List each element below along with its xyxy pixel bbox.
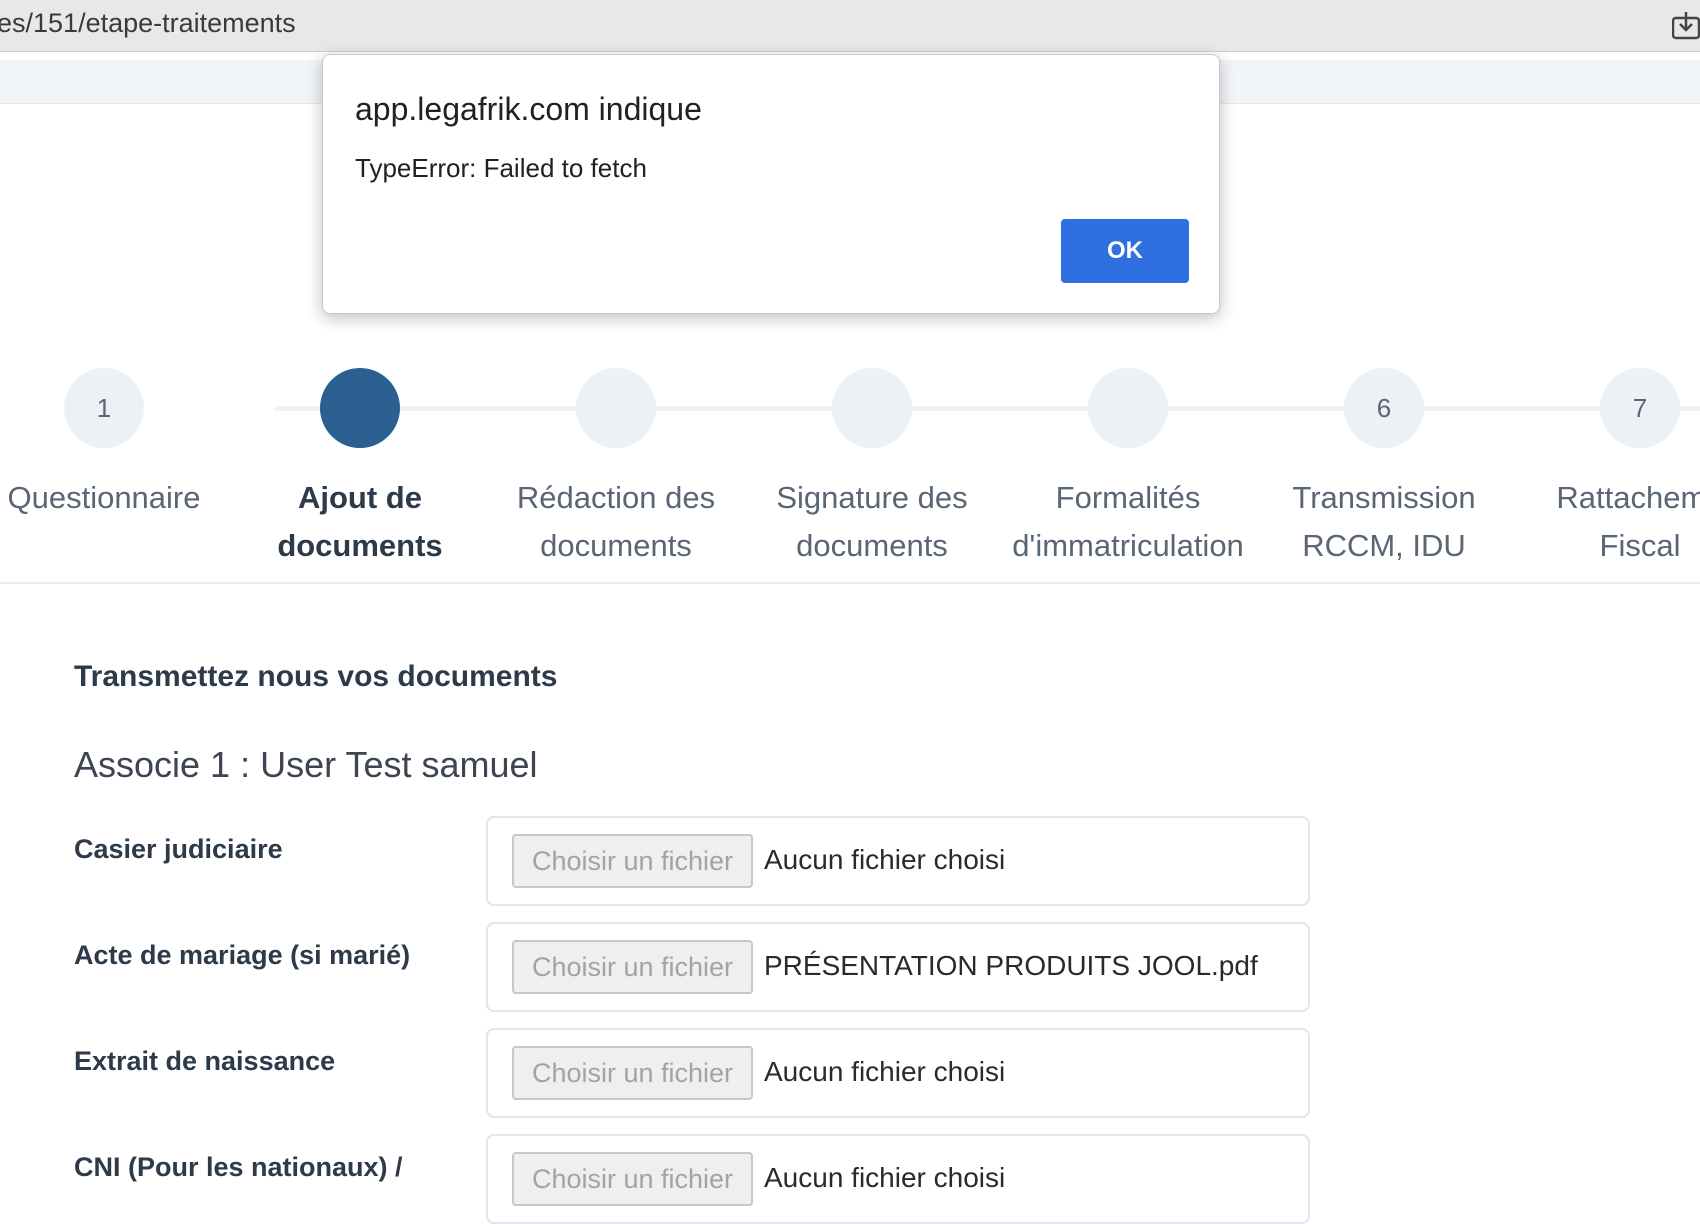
step-label: Rédaction des documents bbox=[488, 474, 744, 570]
document-row-mariage: Acte de mariage (si marié) Choisir un fi… bbox=[74, 922, 1314, 1012]
step-label-line1: Questionnaire bbox=[7, 480, 201, 515]
step-label-line2: documents bbox=[277, 528, 443, 563]
step-label: Ajout de documents bbox=[232, 474, 488, 570]
selected-file-name: Aucun fichier choisi bbox=[764, 1162, 1006, 1193]
step-label-line1: Ajout de bbox=[298, 480, 422, 515]
step-label-line2: Fiscal bbox=[1599, 528, 1681, 563]
document-label: Extrait de naissance bbox=[74, 1046, 336, 1076]
selected-file-name: Aucun fichier choisi bbox=[764, 1056, 1006, 1087]
step-circle: 1 bbox=[64, 368, 144, 448]
file-input[interactable]: Choisir un fichier PRÉSENTATION PRODUITS… bbox=[486, 922, 1310, 1012]
document-label: Casier judiciaire bbox=[74, 834, 283, 864]
selected-file-name: PRÉSENTATION PRODUITS JOOL.pdf bbox=[764, 950, 1258, 981]
step-label-line1: Rattacheme bbox=[1556, 480, 1700, 515]
file-input[interactable]: Choisir un fichier Aucun fichier choisi bbox=[486, 816, 1310, 906]
document-row-casier: Casier judiciaire Choisir un fichier Auc… bbox=[74, 816, 1314, 906]
step-redaction-documents[interactable]: Rédaction des documents bbox=[488, 368, 744, 570]
download-tray-icon[interactable] bbox=[1672, 10, 1700, 42]
browser-address-bar: es/151/etape-traitements bbox=[0, 0, 1700, 52]
document-label: Acte de mariage (si marié) bbox=[74, 940, 411, 970]
document-row-cni: CNI (Pour les nationaux) / Choisir un fi… bbox=[74, 1134, 1314, 1224]
file-input[interactable]: Choisir un fichier Aucun fichier choisi bbox=[486, 1028, 1310, 1118]
step-circle bbox=[832, 368, 912, 448]
dialog-title: app.legafrik.com indique bbox=[355, 91, 702, 127]
step-transmission[interactable]: 6 Transmission RCCM, IDU bbox=[1256, 368, 1512, 570]
dialog-message: TypeError: Failed to fetch bbox=[355, 153, 647, 183]
step-label: Questionnaire bbox=[0, 474, 232, 522]
ok-button[interactable]: OK bbox=[1061, 219, 1189, 283]
step-label: Rattacheme Fiscal bbox=[1512, 474, 1700, 570]
step-ajout-documents[interactable]: Ajout de documents bbox=[232, 368, 488, 570]
choose-file-button[interactable]: Choisir un fichier bbox=[512, 834, 753, 888]
document-row-naissance: Extrait de naissance Choisir un fichier … bbox=[74, 1028, 1314, 1118]
document-label: CNI (Pour les nationaux) / bbox=[74, 1152, 403, 1182]
step-label-line1: Signature des bbox=[776, 480, 968, 515]
step-signature-documents[interactable]: Signature des documents bbox=[744, 368, 1000, 570]
associate-title: Associe 1 : User Test samuel bbox=[74, 744, 538, 785]
step-label: Formalités d'immatriculation bbox=[1000, 474, 1256, 570]
step-label-line1: Rédaction des bbox=[516, 480, 716, 515]
alert-dialog: app.legafrik.com indique TypeError: Fail… bbox=[322, 54, 1220, 314]
url-text[interactable]: es/151/etape-traitements bbox=[0, 8, 296, 39]
selected-file-name: Aucun fichier choisi bbox=[764, 844, 1006, 875]
step-label-line2: RCCM, IDU bbox=[1302, 528, 1466, 563]
step-label-line2: documents bbox=[796, 528, 948, 563]
step-label: Transmission RCCM, IDU bbox=[1256, 474, 1512, 570]
step-label: Signature des documents bbox=[744, 474, 1000, 570]
step-circle bbox=[576, 368, 656, 448]
step-questionnaire[interactable]: 1 Questionnaire bbox=[0, 368, 232, 522]
step-label-line2: d'immatriculation bbox=[1012, 528, 1244, 563]
file-input[interactable]: Choisir un fichier Aucun fichier choisi bbox=[486, 1134, 1310, 1224]
step-rattachement-fiscal[interactable]: 7 Rattacheme Fiscal bbox=[1512, 368, 1700, 570]
step-circle: 7 bbox=[1600, 368, 1680, 448]
documents-section: Transmettez nous vos documents Associe 1… bbox=[74, 660, 1314, 786]
step-circle bbox=[1088, 368, 1168, 448]
step-circle: 6 bbox=[1344, 368, 1424, 448]
step-label-line1: Transmission bbox=[1292, 480, 1476, 515]
section-title: Transmettez nous vos documents bbox=[74, 660, 558, 693]
step-formalites[interactable]: Formalités d'immatriculation bbox=[1000, 368, 1256, 570]
choose-file-button[interactable]: Choisir un fichier bbox=[512, 940, 753, 994]
choose-file-button[interactable]: Choisir un fichier bbox=[512, 1152, 753, 1206]
step-label-line1: Formalités bbox=[1055, 480, 1201, 515]
choose-file-button[interactable]: Choisir un fichier bbox=[512, 1046, 753, 1100]
step-circle-active bbox=[320, 368, 400, 448]
step-label-line2: documents bbox=[540, 528, 692, 563]
